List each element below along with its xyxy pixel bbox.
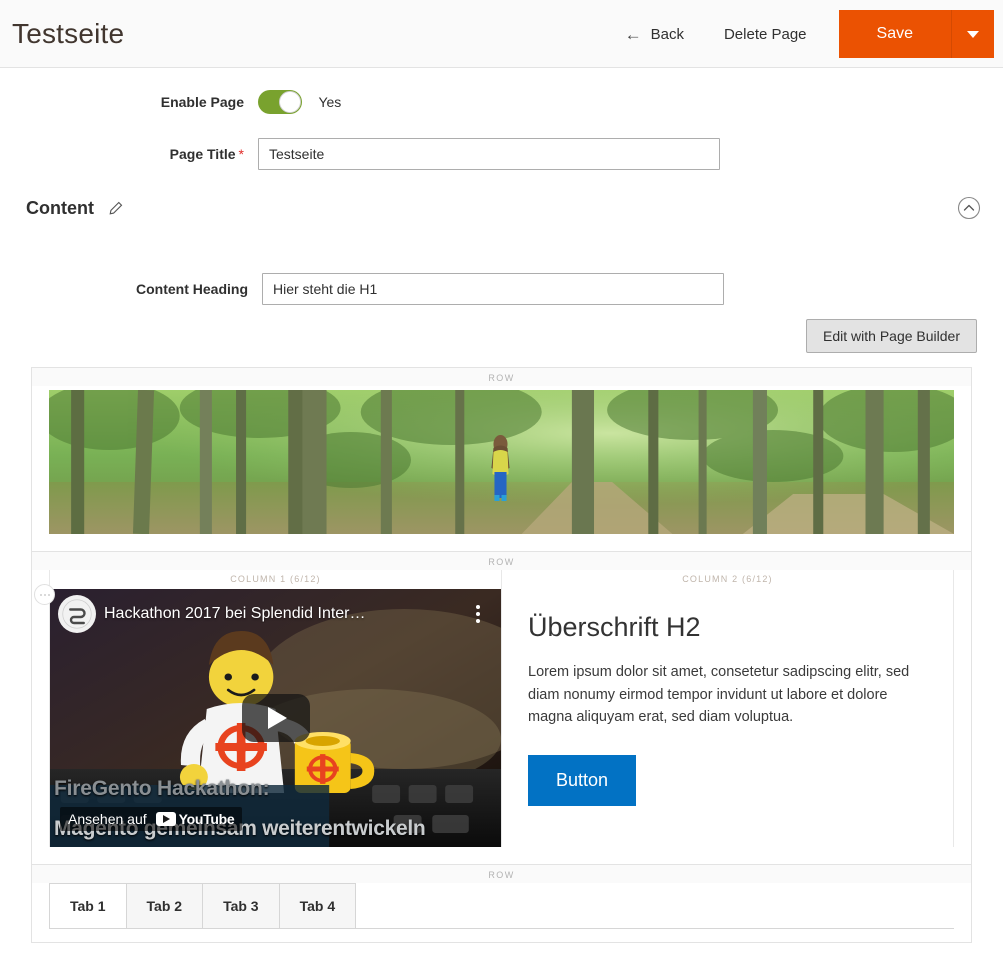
stage-row-3[interactable]: ROW Tab 1 Tab 2 Tab 3 Tab 4 <box>32 865 971 943</box>
channel-avatar-icon[interactable] <box>58 595 96 633</box>
forest-path-photo <box>49 390 954 534</box>
page-title: Testseite <box>12 17 125 49</box>
stage-row-1[interactable]: ROW <box>32 368 971 552</box>
column-1-label: COLUMN 1 (6/12) <box>230 574 321 584</box>
youtube-play-box <box>155 812 176 826</box>
stage-row-2[interactable]: ROW COLUMN 1 (6/12) FireGento Hackathon:… <box>32 552 971 865</box>
youtube-wordmark: YouTube <box>178 811 235 827</box>
column-2-label: COLUMN 2 (6/12) <box>682 574 773 584</box>
enable-page-toggle[interactable] <box>258 90 302 114</box>
hero-image[interactable] <box>49 390 954 534</box>
drag-handle-icon[interactable] <box>34 584 55 605</box>
content-section-title: Content <box>26 198 94 218</box>
enable-page-label: Enable Page <box>160 94 244 110</box>
delete-page-button[interactable]: Delete Page <box>702 26 829 43</box>
tab-2[interactable]: Tab 2 <box>125 883 204 928</box>
kebab-dot <box>476 612 480 616</box>
youtube-top-bar: Hackathon 2017 bei Splendid Inter… <box>50 589 501 639</box>
youtube-logo-icon: YouTube <box>155 811 235 827</box>
tabs-widget: Tab 1 Tab 2 Tab 3 Tab 4 <box>32 883 971 942</box>
row-3-label: ROW <box>32 865 971 883</box>
content-section-header: Content <box>0 182 1003 233</box>
watch-on-label: Ansehen auf <box>68 811 147 827</box>
thumbnail-headline: FireGento Hackathon: <box>54 777 270 801</box>
play-button-icon[interactable] <box>241 694 310 742</box>
cta-button[interactable]: Button <box>528 754 637 806</box>
save-split-button: Save <box>838 10 994 58</box>
enable-page-control: Yes <box>258 90 1003 114</box>
toggle-knob <box>279 91 301 113</box>
field-enable-page: Enable Page Yes <box>0 90 1003 114</box>
content-heading-label: Content Heading <box>136 281 248 297</box>
page-title-control <box>258 138 1003 170</box>
play-triangle <box>268 707 287 729</box>
page-title-label-text: Page Title <box>169 146 236 162</box>
page-header: Testseite ← Back Delete Page Save <box>0 0 1003 68</box>
tab-3[interactable]: Tab 3 <box>202 883 280 928</box>
column-2-paragraph: Lorem ipsum dolor sit amet, consetetur s… <box>528 664 910 726</box>
back-button-label: Back <box>650 25 684 43</box>
tab-1[interactable]: Tab 1 <box>49 883 127 928</box>
page-builder-toolbar: Edit with Page Builder <box>0 319 1003 367</box>
page-builder-stage: ROW ROW COLUMN 1 (6/12) FireGento Hackat… <box>31 367 972 943</box>
drag-dot <box>43 593 46 596</box>
row-1-inner <box>32 386 971 551</box>
collapse-section-button[interactable] <box>957 196 981 220</box>
required-marker: * <box>238 146 244 162</box>
watch-on-youtube-link[interactable]: Ansehen auf YouTube <box>60 807 243 831</box>
edit-with-page-builder-button[interactable]: Edit with Page Builder <box>806 319 977 353</box>
drag-dot <box>47 593 50 596</box>
content-heading-control <box>262 273 1003 305</box>
kebab-dot <box>476 619 480 623</box>
youtube-video-embed[interactable]: FireGento Hackathon: Magento gemeinsam w… <box>50 589 501 847</box>
content-heading-input[interactable] <box>262 273 724 305</box>
tab-4[interactable]: Tab 4 <box>278 883 357 928</box>
field-page-title: Page Title * <box>0 138 1003 170</box>
caret-down-icon <box>967 30 979 38</box>
row-2-label: ROW <box>32 552 971 570</box>
column-2[interactable]: COLUMN 2 (6/12) Überschrift H2 Lorem ips… <box>501 570 954 847</box>
kebab-dot <box>476 605 480 609</box>
row-1-label: ROW <box>32 368 971 386</box>
more-options-icon[interactable] <box>469 605 487 623</box>
thumbnail-headline-line1: FireGento Hackathon: <box>54 777 270 800</box>
column-2-content: Überschrift H2 Lorem ipsum dolor sit ame… <box>502 589 953 847</box>
header-actions: ← Back Delete Page Save <box>607 0 1003 68</box>
enable-page-value: Yes <box>318 94 342 110</box>
page-form: Enable Page Yes Page Title * <box>0 68 1003 170</box>
column-1[interactable]: COLUMN 1 (6/12) FireGento Hackathon: wei… <box>34 570 501 847</box>
back-button[interactable]: ← Back <box>607 26 702 43</box>
save-button[interactable]: Save <box>838 10 952 58</box>
row-2-columns: COLUMN 1 (6/12) FireGento Hackathon: wei… <box>32 570 971 864</box>
pencil-icon[interactable] <box>108 201 123 216</box>
page-title-input[interactable] <box>258 138 720 170</box>
drag-dot <box>39 593 42 596</box>
page-title-label: Page Title * <box>0 146 258 162</box>
tabs-panel <box>49 928 954 942</box>
save-options-button[interactable] <box>952 10 994 58</box>
video-title[interactable]: Hackathon 2017 bei Splendid Inter… <box>104 605 469 623</box>
field-content-heading: Content Heading <box>0 273 1003 305</box>
arrow-left-icon: ← <box>624 24 642 44</box>
column-2-heading: Überschrift H2 <box>528 612 701 642</box>
tabs-strip: Tab 1 Tab 2 Tab 3 Tab 4 <box>49 883 954 928</box>
